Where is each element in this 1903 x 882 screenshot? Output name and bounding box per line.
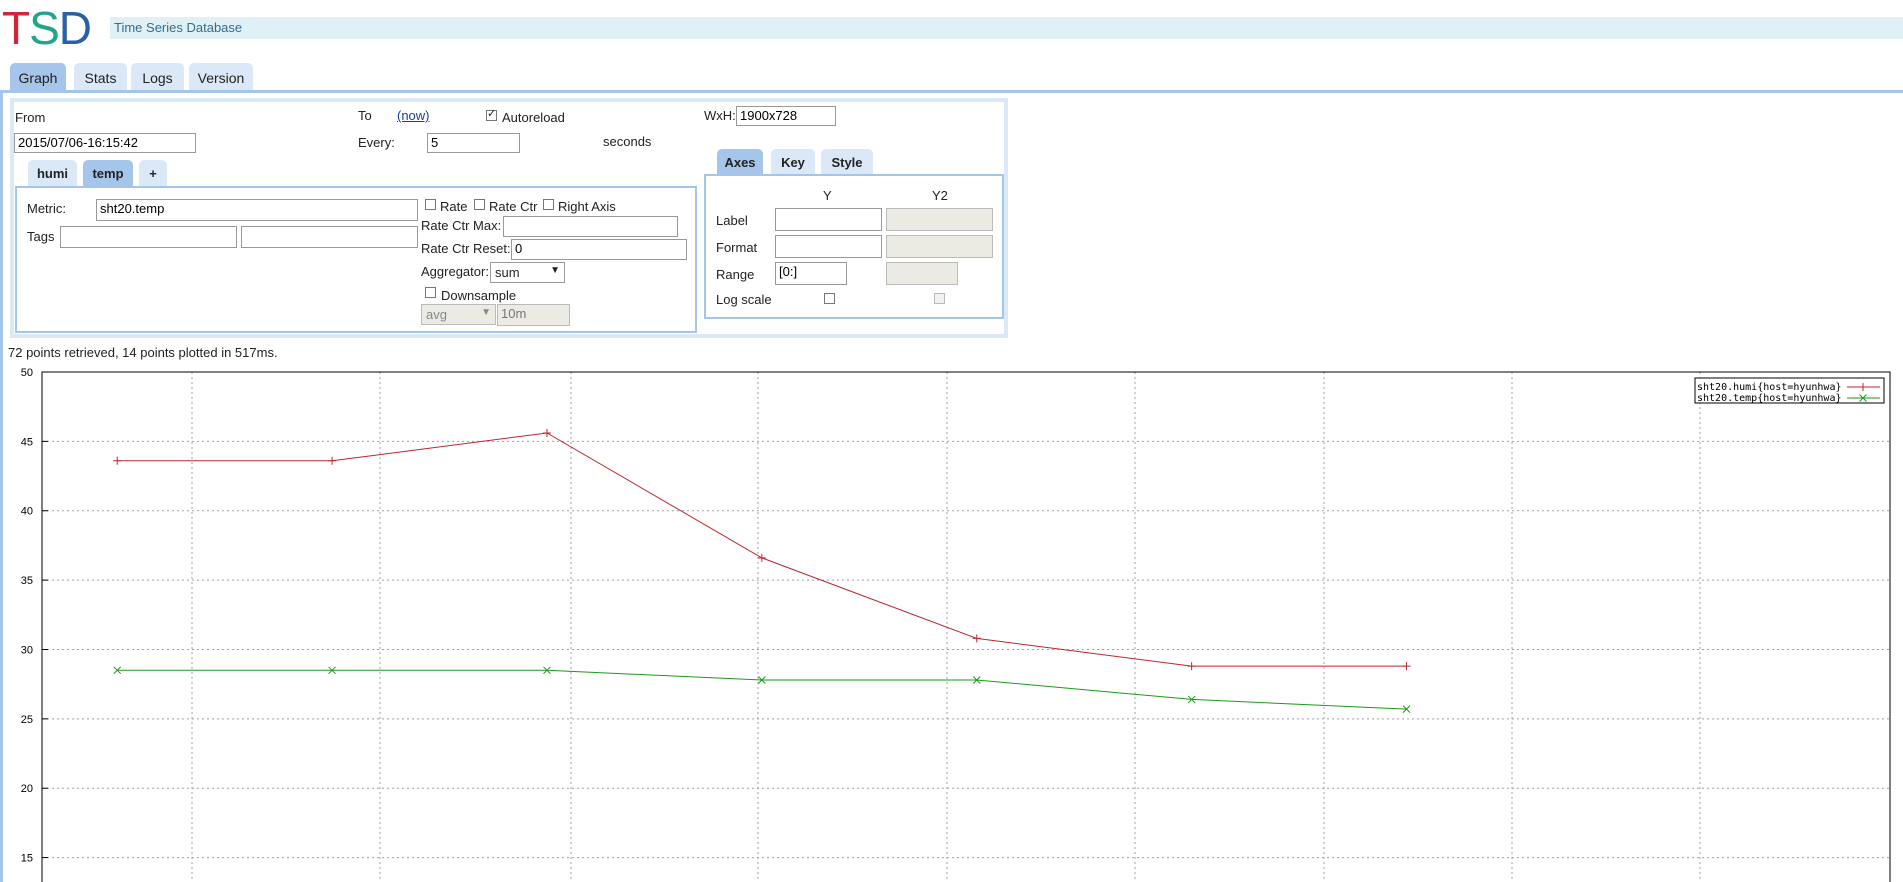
metric-label: Metric: bbox=[27, 201, 66, 216]
tab-logs[interactable]: Logs bbox=[131, 63, 184, 91]
y2-logscale-checkbox[interactable] bbox=[934, 293, 945, 304]
y-logscale-checkbox[interactable] bbox=[824, 293, 835, 304]
rate-label: Rate bbox=[440, 199, 468, 214]
data-point-marker bbox=[972, 634, 981, 643]
y-tick-label: 30 bbox=[21, 644, 33, 656]
tsd-logo: TSD bbox=[2, 2, 92, 54]
axes-label-row: Label bbox=[716, 213, 748, 228]
every-label: Every: bbox=[358, 135, 395, 150]
app-subtitle: Time Series Database bbox=[114, 20, 243, 35]
status-text: 72 points retrieved, 14 points plotted i… bbox=[8, 345, 278, 360]
axes-col-y2: Y2 bbox=[932, 188, 948, 203]
axes-format-row: Format bbox=[716, 240, 758, 255]
tab-version[interactable]: Version bbox=[189, 63, 253, 91]
seconds-label: seconds bbox=[603, 134, 652, 149]
data-point-marker bbox=[328, 456, 337, 465]
series-line-1 bbox=[117, 432, 1407, 667]
y-tick-label: 45 bbox=[21, 436, 33, 448]
y2-range-input[interactable] bbox=[886, 262, 958, 285]
downsample-label: Downsample bbox=[441, 288, 517, 303]
data-point-marker bbox=[1402, 662, 1411, 671]
tag-value-input[interactable] bbox=[241, 226, 418, 248]
style-tab[interactable]: Style bbox=[821, 149, 873, 175]
legend-entry-label: sht20.temp{host=hyunhwa} bbox=[1697, 393, 1842, 404]
from-label: From bbox=[15, 110, 46, 125]
add-metric-tab[interactable]: + bbox=[139, 160, 167, 186]
tags-label: Tags bbox=[27, 229, 55, 244]
axes-tab[interactable]: Axes bbox=[717, 149, 763, 175]
axes-col-y: Y bbox=[823, 188, 832, 203]
plot-frame bbox=[41, 371, 1891, 882]
rate-ctr-label: Rate Ctr bbox=[489, 199, 538, 214]
rate-ctr-reset-input[interactable]: 0 bbox=[511, 239, 687, 260]
autoreload-checkbox[interactable] bbox=[486, 107, 497, 121]
y-format-input[interactable] bbox=[775, 235, 882, 258]
metric-tab-humi[interactable]: humi bbox=[28, 160, 77, 186]
rate-checkbox[interactable] bbox=[425, 199, 436, 210]
data-point-marker bbox=[1187, 662, 1196, 671]
series-line-2 bbox=[117, 669, 1407, 710]
y2-label-input[interactable] bbox=[886, 208, 993, 231]
axes-logscale-row: Log scale bbox=[716, 292, 772, 307]
wxh-input[interactable]: 1900x728 bbox=[736, 106, 836, 126]
title-bar: Time Series Database bbox=[110, 17, 1903, 39]
y-tick-label: 35 bbox=[21, 575, 33, 587]
right-axis-checkbox[interactable] bbox=[543, 199, 554, 210]
downsample-func-select[interactable]: avg ▼ bbox=[421, 304, 496, 325]
graph-plot: 15 20 25 30 35 40 45 50 sht20.humi{host=hyunhwa}… bbox=[21, 367, 1891, 882]
every-input[interactable]: 5 bbox=[427, 133, 520, 153]
rate-ctr-max-input[interactable] bbox=[503, 216, 678, 237]
y2-format-input[interactable] bbox=[886, 235, 993, 258]
key-tab[interactable]: Key bbox=[771, 149, 815, 175]
tab-graph[interactable]: Graph bbox=[10, 63, 66, 91]
rate-ctr-max-label: Rate Ctr Max: bbox=[421, 218, 502, 233]
aggregator-select[interactable]: sum ▼ bbox=[490, 262, 565, 283]
y-tick-label: 15 bbox=[21, 853, 33, 865]
y-tick-label: 40 bbox=[21, 506, 33, 518]
logo-letter-t: T bbox=[2, 2, 30, 54]
right-axis-label: Right Axis bbox=[558, 199, 616, 214]
data-point-marker bbox=[757, 553, 766, 562]
data-point-marker bbox=[542, 429, 551, 438]
aggregator-value: sum bbox=[495, 265, 520, 280]
wxh-label: WxH: bbox=[704, 108, 736, 123]
y-tick-label: 25 bbox=[21, 714, 33, 726]
logo-letter-s: S bbox=[29, 2, 60, 54]
autoreload-label: Autoreload bbox=[502, 110, 565, 125]
dropdown-arrow-icon: ▼ bbox=[550, 265, 560, 276]
legend-entry-label: sht20.humi{host=hyunhwa} bbox=[1697, 382, 1842, 393]
tab-stats[interactable]: Stats bbox=[74, 63, 127, 91]
axes-range-row: Range bbox=[716, 267, 755, 282]
metric-tab-temp[interactable]: temp bbox=[83, 160, 133, 186]
y-label-input[interactable] bbox=[775, 208, 882, 231]
metric-input[interactable]: sht20.temp bbox=[96, 199, 418, 221]
y-tick-label: 20 bbox=[21, 783, 33, 795]
rate-ctr-reset-label: Rate Ctr Reset: bbox=[421, 241, 511, 256]
downsample-checkbox[interactable] bbox=[425, 287, 436, 298]
tag-key-input[interactable] bbox=[60, 226, 237, 248]
downsample-func-value: avg bbox=[426, 307, 447, 322]
to-label: To bbox=[358, 108, 372, 123]
aggregator-label: Aggregator: bbox=[421, 264, 489, 279]
dropdown-arrow-icon: ▼ bbox=[481, 307, 491, 318]
from-input[interactable]: 2015/07/06-16:15:42 bbox=[14, 133, 196, 153]
logo-letter-d: D bbox=[58, 2, 92, 54]
y-tick-label: 50 bbox=[21, 367, 33, 379]
data-point-marker bbox=[113, 456, 122, 465]
now-link[interactable]: (now) bbox=[397, 108, 430, 123]
y-range-input[interactable]: [0:] bbox=[775, 262, 847, 285]
rate-ctr-checkbox[interactable] bbox=[474, 199, 485, 210]
downsample-interval-input[interactable]: 10m bbox=[497, 304, 570, 326]
tab-underline bbox=[0, 90, 1903, 93]
